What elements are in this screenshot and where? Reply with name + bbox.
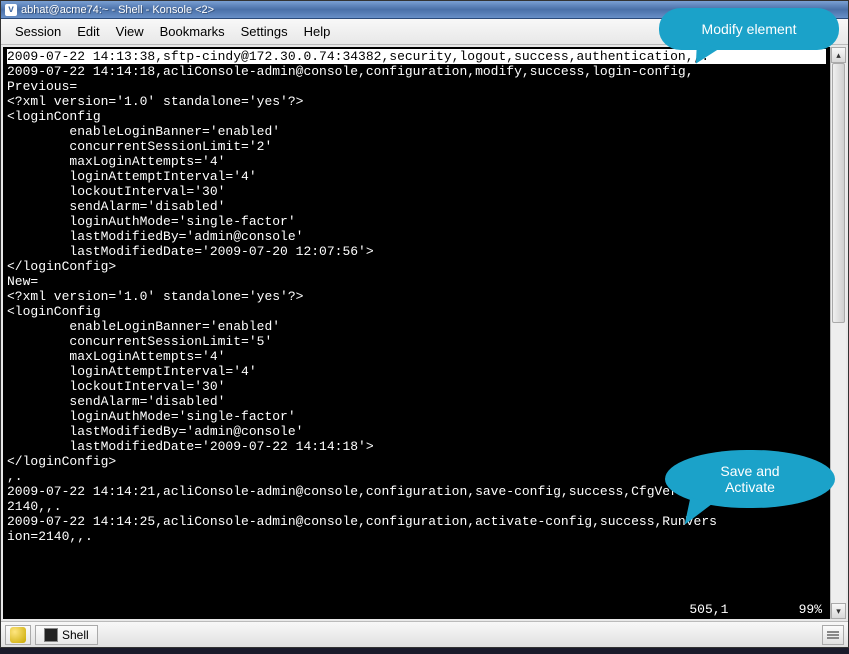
terminal-line: ion=2140,,. bbox=[7, 529, 826, 544]
menu-settings[interactable]: Settings bbox=[233, 21, 296, 42]
session-menu-button[interactable] bbox=[822, 625, 844, 645]
terminal-line: lastModifiedBy='admin@console' bbox=[7, 229, 826, 244]
cursor-position: 505,1 bbox=[689, 602, 728, 617]
scroll-percent: 99% bbox=[799, 602, 822, 617]
callout-save-text: Save and Activate bbox=[720, 463, 779, 495]
vertical-scrollbar[interactable]: ▴ ▾ bbox=[830, 47, 846, 619]
terminal-line: loginAuthMode='single-factor' bbox=[7, 409, 826, 424]
terminal-line: </loginConfig> bbox=[7, 259, 826, 274]
scroll-down-icon[interactable]: ▾ bbox=[831, 603, 846, 619]
editor-status: 505,1 99% bbox=[689, 602, 822, 617]
callout-modify: Modify element bbox=[659, 8, 839, 50]
shell-icon bbox=[44, 628, 58, 642]
terminal-line: lastModifiedDate='2009-07-20 12:07:56'> bbox=[7, 244, 826, 259]
konsole-window: v abhat@acme74:~ - Shell - Konsole <2> S… bbox=[0, 0, 849, 648]
terminal-line: loginAttemptInterval='4' bbox=[7, 169, 826, 184]
terminal-line: concurrentSessionLimit='5' bbox=[7, 334, 826, 349]
terminal-line: lastModifiedBy='admin@console' bbox=[7, 424, 826, 439]
terminal-line: loginAuthMode='single-factor' bbox=[7, 214, 826, 229]
new-session-icon bbox=[10, 627, 26, 643]
terminal-line: <?xml version='1.0' standalone='yes'?> bbox=[7, 94, 826, 109]
menu-bookmarks[interactable]: Bookmarks bbox=[152, 21, 233, 42]
terminal-line: <loginConfig bbox=[7, 304, 826, 319]
terminal-line: sendAlarm='disabled' bbox=[7, 199, 826, 214]
terminal-line: <loginConfig bbox=[7, 109, 826, 124]
session-taskbar: Shell bbox=[1, 621, 848, 647]
callout-save: Save and Activate bbox=[665, 450, 835, 508]
menu-session[interactable]: Session bbox=[7, 21, 69, 42]
terminal-line: <?xml version='1.0' standalone='yes'?> bbox=[7, 289, 826, 304]
terminal-line: maxLoginAttempts='4' bbox=[7, 349, 826, 364]
terminal-line: lastModifiedDate='2009-07-22 14:14:18'> bbox=[7, 439, 826, 454]
menu-help[interactable]: Help bbox=[296, 21, 339, 42]
window-title: abhat@acme74:~ - Shell - Konsole <2> bbox=[21, 4, 214, 16]
menu-grip-icon bbox=[826, 630, 840, 640]
terminal-line: Previous= bbox=[7, 79, 826, 94]
terminal-wrapper: 2009-07-22 14:13:38,sftp-cindy@172.30.0.… bbox=[1, 45, 848, 621]
terminal-line: concurrentSessionLimit='2' bbox=[7, 139, 826, 154]
scroll-up-icon[interactable]: ▴ bbox=[831, 47, 846, 63]
desktop-strip bbox=[0, 648, 849, 654]
window-menu-icon[interactable]: v bbox=[5, 4, 17, 16]
callout-modify-text: Modify element bbox=[702, 21, 797, 37]
tab-shell-label: Shell bbox=[62, 628, 89, 642]
terminal-line: loginAttemptInterval='4' bbox=[7, 364, 826, 379]
scroll-thumb[interactable] bbox=[832, 63, 845, 323]
terminal-line: maxLoginAttempts='4' bbox=[7, 154, 826, 169]
menu-edit[interactable]: Edit bbox=[69, 21, 107, 42]
tab-shell[interactable]: Shell bbox=[35, 625, 98, 645]
new-session-button[interactable] bbox=[5, 625, 31, 645]
terminal-line: sendAlarm='disabled' bbox=[7, 394, 826, 409]
menu-view[interactable]: View bbox=[108, 21, 152, 42]
scroll-track[interactable] bbox=[831, 63, 846, 603]
terminal-line: lockoutInterval='30' bbox=[7, 379, 826, 394]
terminal-line: enableLoginBanner='enabled' bbox=[7, 124, 826, 139]
terminal-line: lockoutInterval='30' bbox=[7, 184, 826, 199]
terminal-output[interactable]: 2009-07-22 14:13:38,sftp-cindy@172.30.0.… bbox=[3, 47, 830, 619]
terminal-line: New= bbox=[7, 274, 826, 289]
terminal-line: enableLoginBanner='enabled' bbox=[7, 319, 826, 334]
